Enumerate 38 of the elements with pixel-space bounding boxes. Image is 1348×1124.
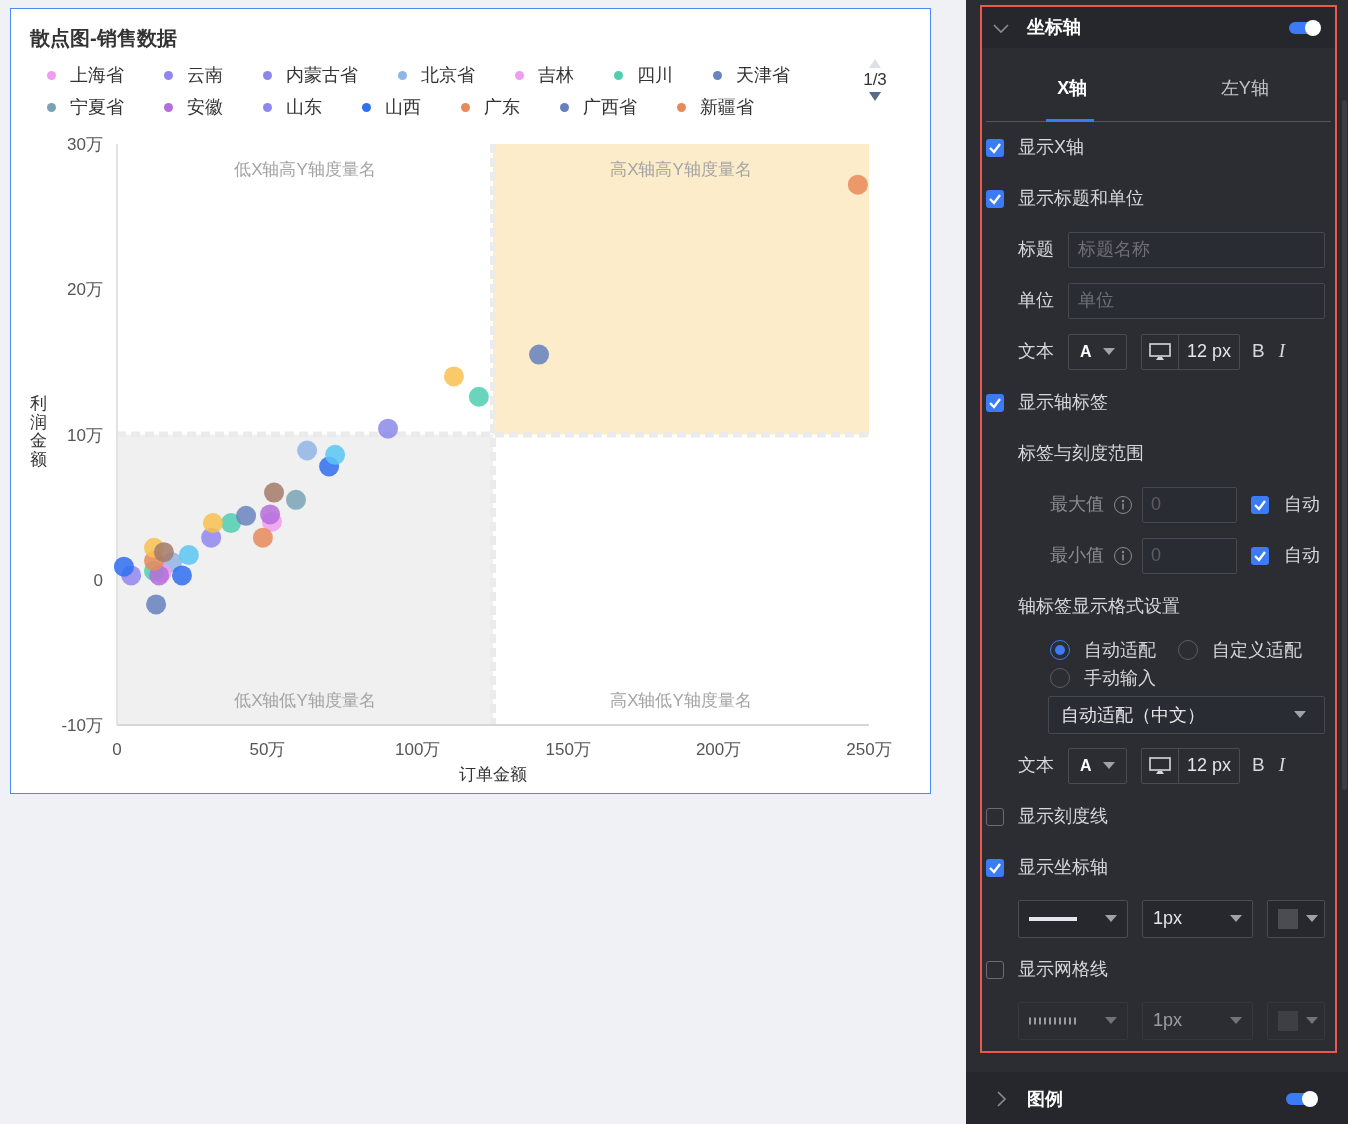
checkbox-label: 自动: [1284, 493, 1320, 516]
quadrant-label: 低X轴高Y轴度量名: [234, 160, 376, 179]
x-tick-label: 200万: [695, 740, 742, 759]
setting-label: 显示X轴: [1018, 136, 1084, 159]
x-tick-label: 250万: [846, 740, 892, 759]
field-label: 最大值: [1050, 493, 1104, 516]
field-label: 文本: [1018, 340, 1054, 363]
section-heading: 标签与刻度范围: [1018, 442, 1144, 465]
field-label: 标题: [1018, 238, 1054, 261]
y-tick-label: 10万: [67, 425, 103, 445]
checkbox-label: 自动: [1284, 544, 1320, 567]
setting-label: 显示刻度线: [1018, 805, 1108, 828]
y-axis-title: 利润金额: [30, 395, 47, 470]
legend-page-indicator: 1/3: [863, 70, 887, 90]
chart-title: 散点图-销售数据: [30, 27, 177, 49]
quadrant-label: 高X轴低Y轴度量名: [610, 691, 752, 710]
x-tick-label: 100万: [395, 740, 441, 759]
y-tick-label: 20万: [67, 280, 103, 300]
setting-label: 显示轴标签: [1018, 391, 1108, 414]
setting-label: 显示网格线: [1018, 958, 1108, 981]
x-tick-label: 150万: [545, 740, 591, 759]
field-label: 文本: [1018, 754, 1054, 777]
quadrant-label: 高X轴高Y轴度量名: [610, 160, 752, 179]
radio-label: 自动适配: [1084, 638, 1156, 662]
field-label: 最小值: [1050, 544, 1104, 567]
y-tick-label: 30万: [67, 135, 103, 154]
radio-label: 自定义适配: [1212, 638, 1302, 662]
section-heading: 轴标签显示格式设置: [1018, 595, 1180, 618]
x-axis-title: 订单金额: [459, 765, 527, 784]
quadrant-label: 低X轴低Y轴度量名: [234, 691, 376, 710]
x-tick-label: 0: [112, 740, 122, 759]
setting-label: 显示坐标轴: [1018, 856, 1108, 879]
setting-label: 显示标题和单位: [1018, 187, 1144, 210]
radio-label: 手动输入: [1084, 666, 1156, 690]
field-label: 单位: [1018, 289, 1054, 312]
x-tick-label: 50万: [249, 740, 286, 759]
y-tick-label: -10万: [61, 716, 103, 735]
y-tick-label: 0: [93, 570, 103, 590]
